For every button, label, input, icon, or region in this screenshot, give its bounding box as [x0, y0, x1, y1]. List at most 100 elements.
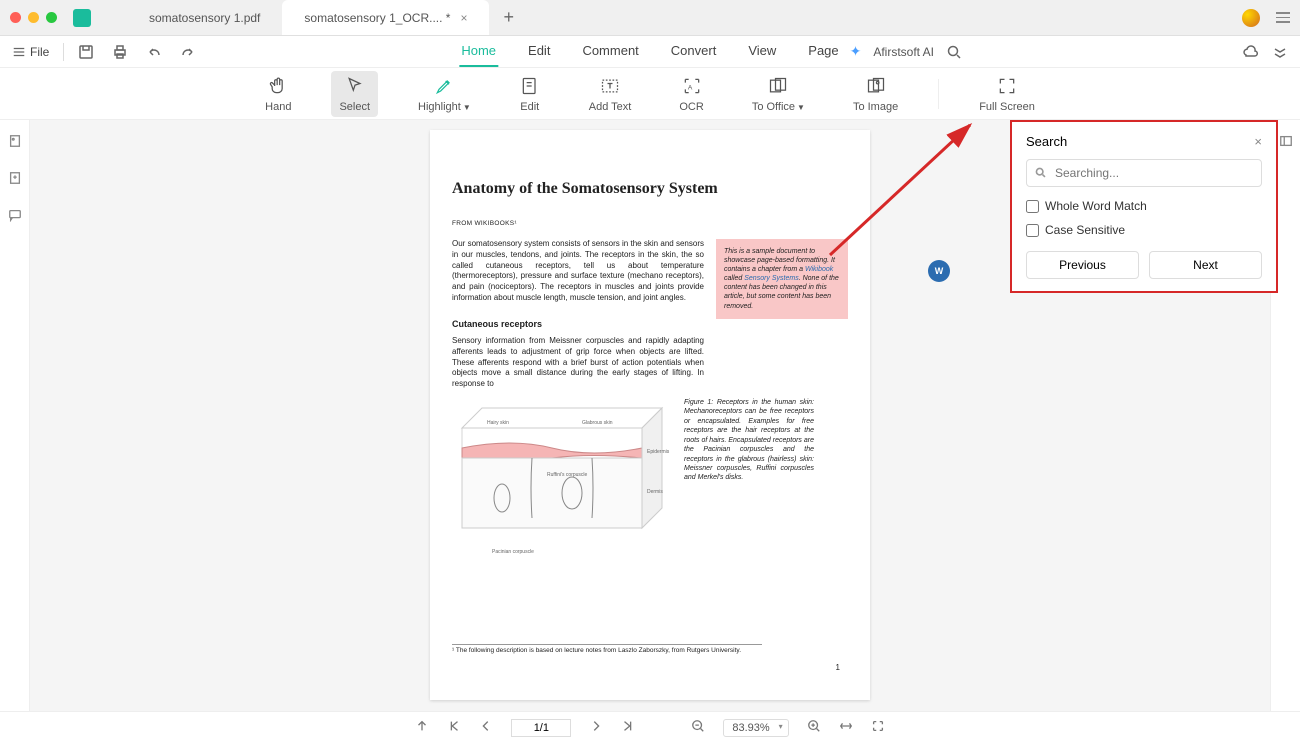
figure-skin-diagram: Hairy skin Glabrous skin Epidermis Dermi… — [452, 398, 672, 568]
menu-page[interactable]: Page — [806, 36, 840, 67]
ocr-tool[interactable]: A OCR — [671, 71, 711, 117]
zoom-select[interactable]: 83.93% — [723, 719, 788, 737]
menu-home[interactable]: Home — [459, 36, 498, 67]
to-office-tool[interactable]: To Office▼ — [744, 71, 813, 117]
thumbnails-icon[interactable] — [8, 134, 22, 153]
ai-sparkle-icon: ✦ — [850, 43, 862, 60]
more-icon[interactable] — [1272, 44, 1288, 60]
menubar: File Home Edit Comment Convert View Page… — [0, 36, 1300, 68]
first-page-icon[interactable] — [447, 719, 461, 736]
print-icon[interactable] — [112, 44, 128, 60]
svg-text:Ruffini's corpuscle: Ruffini's corpuscle — [547, 472, 588, 478]
add-tab-icon[interactable]: + — [503, 7, 514, 28]
zoom-in-icon[interactable] — [807, 719, 821, 736]
file-menu-label: File — [30, 45, 49, 59]
maximize-window-icon[interactable] — [46, 12, 57, 23]
hamburger-menu-icon[interactable] — [1276, 12, 1290, 23]
callout-box: This is a sample document to showcase pa… — [716, 239, 848, 319]
menu-comment[interactable]: Comment — [580, 36, 640, 67]
hand-tool[interactable]: Hand — [257, 71, 299, 117]
user-avatar-icon[interactable] — [1242, 9, 1260, 27]
tab-label: somatosensory 1.pdf — [149, 11, 260, 25]
fit-width-icon[interactable] — [839, 719, 853, 736]
fullscreen-tool[interactable]: Full Screen — [971, 71, 1043, 117]
window-controls — [10, 12, 57, 23]
comments-icon[interactable] — [8, 208, 22, 227]
status-bar: 83.93% — [0, 711, 1300, 743]
toolbar: Hand Select Highlight▼ Edit Add Text A OC… — [0, 68, 1300, 120]
file-menu-button[interactable]: File — [12, 45, 49, 59]
figure-caption: Figure 1: Receptors in the human skin: M… — [684, 398, 814, 568]
close-window-icon[interactable] — [10, 12, 21, 23]
footnote: ¹ The following description is based on … — [452, 644, 762, 654]
tool-label: Full Screen — [979, 101, 1035, 113]
search-title: Search — [1026, 134, 1067, 149]
page-number-input[interactable] — [511, 719, 571, 737]
tab-document-1[interactable]: somatosensory 1.pdf — [127, 0, 282, 35]
sensory-link[interactable]: Sensory Systems — [744, 275, 798, 282]
bookmarks-icon[interactable] — [8, 171, 22, 190]
svg-text:Glabrous skin: Glabrous skin — [582, 420, 613, 426]
edit-tool[interactable]: Edit — [511, 71, 549, 117]
tool-label: OCR — [679, 101, 703, 113]
search-panel: Search × Whole Word Match Case Sensitive… — [1010, 120, 1278, 293]
document-tabs: somatosensory 1.pdf somatosensory 1_OCR.… — [127, 0, 514, 35]
svg-text:Epidermis: Epidermis — [647, 449, 670, 455]
document-title: Anatomy of the Somatosensory System — [452, 180, 848, 198]
previous-button[interactable]: Previous — [1026, 251, 1139, 279]
svg-text:Dermis: Dermis — [647, 489, 663, 495]
page-number: 1 — [836, 663, 840, 672]
whole-word-checkbox[interactable]: Whole Word Match — [1026, 199, 1262, 213]
word-export-badge-icon[interactable]: W — [928, 260, 950, 282]
ai-button[interactable]: Afirstsoft AI — [873, 45, 934, 59]
main-menu-tabs: Home Edit Comment Convert View Page — [459, 36, 840, 67]
tool-label: To Image — [853, 101, 898, 113]
pdf-page: Anatomy of the Somatosensory System FROM… — [430, 130, 870, 700]
checkbox-label: Whole Word Match — [1045, 199, 1147, 213]
next-button[interactable]: Next — [1149, 251, 1262, 279]
zoom-out-icon[interactable] — [691, 719, 705, 736]
undo-icon[interactable] — [146, 44, 162, 60]
prev-page-icon[interactable] — [479, 719, 493, 736]
body-para: Our somatosensory system consists of sen… — [452, 239, 704, 304]
redo-icon[interactable] — [180, 44, 196, 60]
to-image-tool[interactable]: To Image — [845, 71, 906, 117]
close-icon[interactable]: × — [1254, 134, 1262, 149]
subheading: Cutaneous receptors — [452, 318, 704, 330]
highlight-tool[interactable]: Highlight▼ — [410, 71, 479, 117]
tab-label: somatosensory 1_OCR.... * — [304, 11, 450, 25]
svg-text:Hairy skin: Hairy skin — [487, 420, 509, 426]
checkbox-label: Case Sensitive — [1045, 223, 1125, 237]
titlebar: somatosensory 1.pdf somatosensory 1_OCR.… — [0, 0, 1300, 36]
wikibook-link[interactable]: Wikibook — [805, 266, 833, 273]
search-icon[interactable] — [946, 44, 962, 60]
body-para: Sensory information from Meissner corpus… — [452, 336, 704, 390]
last-page-icon[interactable] — [621, 719, 635, 736]
fit-page-icon[interactable] — [871, 719, 885, 736]
menu-convert[interactable]: Convert — [669, 36, 719, 67]
tool-label: Add Text — [589, 101, 632, 113]
tool-label: Select — [339, 101, 370, 113]
svg-text:Pacinian corpuscle: Pacinian corpuscle — [492, 549, 534, 555]
panel-toggle-icon[interactable] — [1279, 134, 1293, 153]
add-text-tool[interactable]: Add Text — [581, 71, 640, 117]
menu-view[interactable]: View — [746, 36, 778, 67]
tool-label: Hand — [265, 101, 291, 113]
tab-document-2[interactable]: somatosensory 1_OCR.... * × — [282, 0, 489, 35]
document-source: FROM WIKIBOOKS¹ — [452, 220, 848, 227]
search-input[interactable] — [1026, 159, 1262, 187]
minimize-window-icon[interactable] — [28, 12, 39, 23]
case-sensitive-checkbox[interactable]: Case Sensitive — [1026, 223, 1262, 237]
svg-text:A: A — [687, 84, 692, 91]
search-field-icon — [1034, 166, 1047, 179]
tool-label: Edit — [520, 101, 539, 113]
scroll-up-icon[interactable] — [415, 719, 429, 736]
close-tab-icon[interactable]: × — [460, 11, 467, 25]
menu-edit[interactable]: Edit — [526, 36, 552, 67]
cloud-icon[interactable] — [1242, 44, 1258, 60]
save-icon[interactable] — [78, 44, 94, 60]
select-tool[interactable]: Select — [331, 71, 378, 117]
tool-label: To Office▼ — [752, 101, 805, 113]
left-sidebar — [0, 120, 30, 711]
next-page-icon[interactable] — [589, 719, 603, 736]
